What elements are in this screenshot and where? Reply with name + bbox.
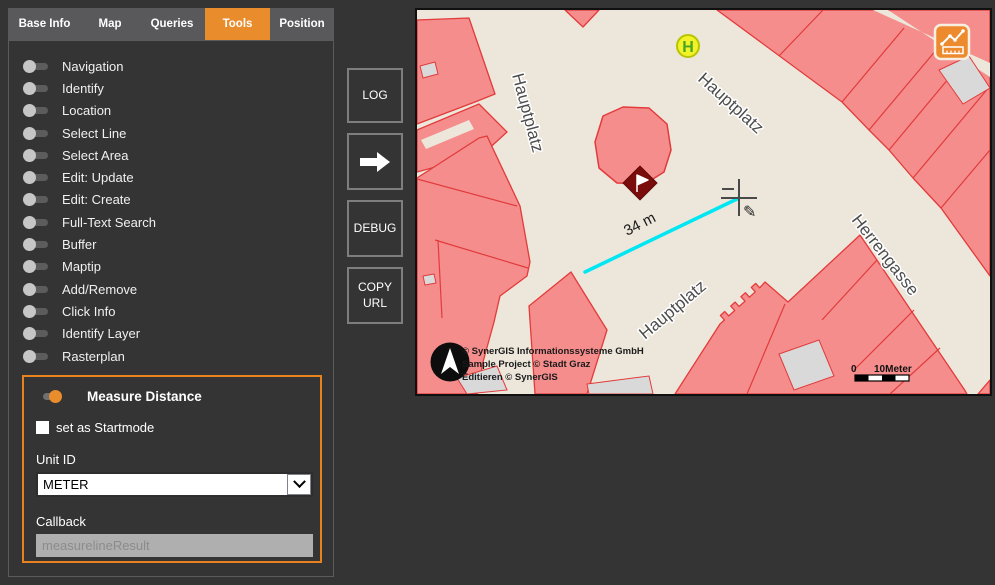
toggle-off-icon[interactable]: [23, 59, 49, 73]
unit-id-select[interactable]: METER: [36, 472, 313, 497]
next-button[interactable]: [347, 133, 403, 190]
tools-panel: Navigation Identify Location Select Line…: [8, 40, 334, 577]
toggle-off-icon[interactable]: [23, 260, 49, 274]
tab-map[interactable]: Map: [81, 8, 139, 40]
tab-queries[interactable]: Queries: [139, 8, 205, 40]
sidebar-item-select-area[interactable]: Select Area: [23, 144, 333, 166]
chevron-down-icon[interactable]: [287, 474, 311, 495]
startmode-checkbox-row[interactable]: set as Startmode: [36, 420, 320, 435]
sidebar-item-maptip[interactable]: Maptip: [23, 256, 333, 278]
unit-id-value: METER: [43, 477, 89, 492]
tab-tools[interactable]: Tools: [205, 8, 270, 40]
toggle-off-icon[interactable]: [23, 349, 49, 363]
measure-chart-button[interactable]: [933, 23, 971, 61]
sidebar-item-full-text-search[interactable]: Full-Text Search: [23, 211, 333, 233]
copy-url-button[interactable]: COPY URL: [347, 267, 403, 324]
tool-list: Navigation Identify Location Select Line…: [9, 41, 333, 367]
sidebar-item-select-line[interactable]: Select Line: [23, 122, 333, 144]
sidebar-item-rasterplan[interactable]: Rasterplan: [23, 345, 333, 367]
toggle-off-icon[interactable]: [23, 282, 49, 296]
toggle-off-icon[interactable]: [23, 104, 49, 118]
copyright-line-1: © SynerGIS Informationssysteme GmbH: [462, 346, 644, 357]
sidebar-item-navigation[interactable]: Navigation: [23, 55, 333, 77]
app-window: Base Info Map Queries Tools Position Nav…: [0, 0, 995, 585]
sidebar-item-identify[interactable]: Identify: [23, 77, 333, 99]
copyright-line-3: Editieren © SynerGIS: [462, 372, 558, 383]
tab-position[interactable]: Position: [270, 8, 334, 40]
toggle-off-icon[interactable]: [23, 215, 49, 229]
callback-label: Callback: [36, 514, 86, 529]
pencil-icon: ✎: [743, 204, 756, 221]
sidebar-item-buffer[interactable]: Buffer: [23, 233, 333, 255]
unit-id-label: Unit ID: [36, 452, 76, 467]
toggle-off-icon[interactable]: [23, 81, 49, 95]
copyright-line-2: Sample Project © Stadt Graz: [462, 359, 591, 370]
transit-stop-icon: H: [676, 34, 700, 58]
sidebar-item-identify-layer[interactable]: Identify Layer: [23, 323, 333, 345]
sidebar-item-edit-update[interactable]: Edit: Update: [23, 166, 333, 188]
measure-distance-section: Measure Distance set as Startmode Unit I…: [22, 375, 322, 563]
sidebar-item-add-remove[interactable]: Add/Remove: [23, 278, 333, 300]
tab-bar: Base Info Map Queries Tools Position: [8, 8, 334, 40]
startmode-checkbox[interactable]: [36, 421, 49, 434]
svg-text:0: 0: [851, 364, 857, 375]
toggle-off-icon[interactable]: [23, 171, 49, 185]
sidebar-item-measure-distance[interactable]: Measure Distance: [36, 389, 320, 404]
toggle-off-icon[interactable]: [23, 148, 49, 162]
sidebar-item-edit-create[interactable]: Edit: Create: [23, 189, 333, 211]
callback-input[interactable]: measurelineResult: [36, 534, 313, 557]
toggle-off-icon[interactable]: [23, 193, 49, 207]
sidebar-item-location[interactable]: Location: [23, 100, 333, 122]
startmode-label: set as Startmode: [56, 420, 155, 435]
map-canvas[interactable]: Hauptplatz Hauptplatz Hauptplatz Herreng…: [415, 8, 992, 396]
toggle-off-icon[interactable]: [23, 238, 49, 252]
measure-distance-title: Measure Distance: [87, 389, 202, 404]
arrow-right-icon: [360, 151, 390, 172]
toggle-on-icon[interactable]: [36, 390, 62, 403]
svg-text:H: H: [682, 39, 694, 56]
toggle-off-icon[interactable]: [23, 126, 49, 140]
debug-button[interactable]: DEBUG: [347, 200, 403, 257]
svg-text:10Meter: 10Meter: [874, 364, 912, 375]
toggle-off-icon[interactable]: [23, 304, 49, 318]
tab-base-info[interactable]: Base Info: [8, 8, 81, 40]
toggle-off-icon[interactable]: [23, 327, 49, 341]
sidebar-item-click-info[interactable]: Click Info: [23, 300, 333, 322]
log-button[interactable]: LOG: [347, 68, 403, 123]
